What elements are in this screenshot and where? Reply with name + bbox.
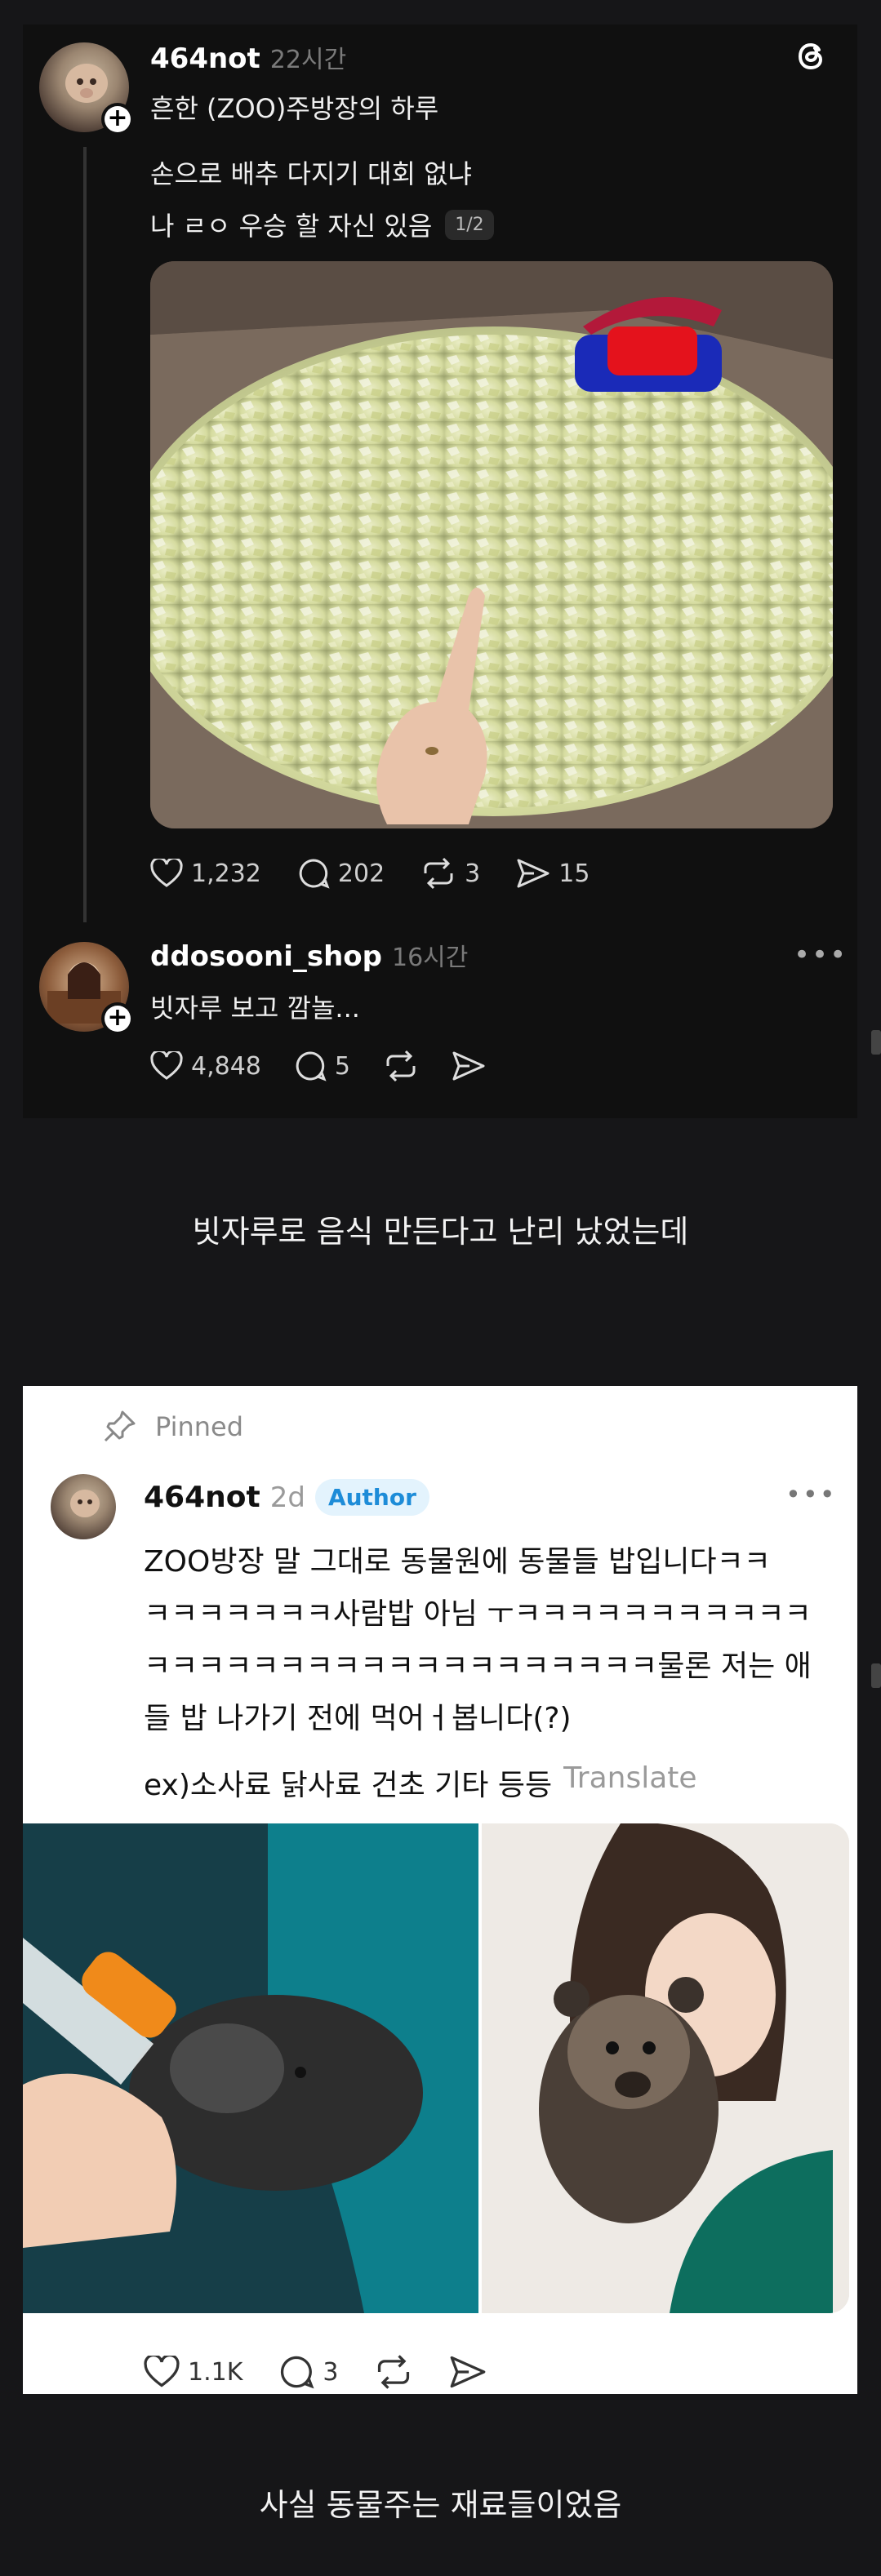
author-badge: Author — [314, 1479, 429, 1516]
pinned-label: Pinned — [155, 1411, 244, 1442]
username[interactable]: ddosooni_shop — [150, 940, 382, 973]
like-count: 1,232 — [191, 859, 261, 888]
caption-text: 빗자루로 음식 만든다고 난리 났었는데 — [192, 1214, 689, 1250]
more-options-icon[interactable]: ••• — [785, 1479, 837, 1510]
reply-text: 빗자루 보고 깜놀... — [150, 993, 360, 1024]
username[interactable]: 464not — [144, 1481, 260, 1514]
post-time: 2d — [269, 1481, 305, 1514]
share-count: 15 — [558, 859, 590, 888]
post-header: 464not 2d Author — [144, 1479, 429, 1516]
avatar[interactable] — [51, 1474, 116, 1539]
post-text-line-2: 나 ㄹㅇ 우승 할 자신 있음 1/2 — [150, 206, 494, 243]
post-photo[interactable] — [23, 1823, 478, 2313]
threads-logo-icon[interactable] — [792, 36, 833, 77]
post-text: ZOO방장 말 그대로 동물원에 동물들 밥입니다ㅋㅋ ㅋㅋㅋㅋㅋㅋㅋ사람밥 아… — [144, 1538, 838, 1747]
post-text-line: ㅋㅋㅋㅋㅋㅋㅋㅋㅋㅋㅋㅋㅋㅋㅋㅋㅋㅋㅋ물론 저는 애 — [144, 1650, 812, 1683]
post-actions: 1.1K 3 — [144, 2354, 487, 2390]
repost-count: 3 — [465, 859, 481, 888]
comment-count: 202 — [337, 859, 385, 888]
heart-icon — [150, 1051, 183, 1080]
username[interactable]: 464not — [150, 42, 260, 75]
post-photo[interactable] — [482, 1823, 849, 2313]
post-text-line: 손으로 배추 다지기 대회 없냐 — [150, 158, 472, 189]
pin-icon — [104, 1410, 136, 1442]
post-caption: 흔한 (ZOO)주방장의 하루 — [150, 93, 439, 124]
post-text-line: 나 ㄹㅇ 우승 할 자신 있음 — [150, 211, 433, 242]
reply-actions: 4,848 5 — [150, 1050, 486, 1082]
comment-icon — [296, 1051, 327, 1081]
like-count: 4,848 — [191, 1051, 261, 1081]
comment-icon — [281, 2356, 314, 2389]
send-icon — [452, 1051, 485, 1081]
repost-button[interactable] — [383, 1050, 419, 1082]
translate-link[interactable]: Translate — [563, 1761, 696, 1804]
page-indicator-badge: 1/2 — [445, 209, 494, 240]
repost-button[interactable]: 3 — [420, 857, 480, 890]
more-options-icon[interactable]: ••• — [794, 939, 848, 971]
comment-button[interactable]: 202 — [297, 857, 385, 890]
post-text-line: ZOO방장 말 그대로 동물원에 동물들 밥입니다ㅋㅋ — [144, 1545, 771, 1579]
repost-button[interactable] — [374, 2354, 413, 2390]
comment-icon — [299, 859, 330, 889]
post-text-line: ㅋㅋㅋㅋㅋㅋㅋ사람밥 아님 ㅜㅋㅋㅋㅋㅋㅋㅋㅋㅋㅋㅋ — [144, 1597, 812, 1631]
repost-icon — [378, 2355, 410, 2389]
like-button[interactable]: 1.1K — [144, 2356, 242, 2388]
comment-button[interactable]: 5 — [294, 1050, 350, 1082]
caption-text: 사실 동물주는 재료들이었음 — [259, 2487, 622, 2523]
comment-count: 3 — [323, 2357, 339, 2387]
scrollbar-thumb[interactable] — [871, 1030, 881, 1055]
heart-icon — [144, 2356, 180, 2387]
like-button[interactable]: 4,848 — [150, 1051, 261, 1081]
follow-plus-button[interactable]: + — [101, 1002, 134, 1035]
comment-button[interactable]: 3 — [278, 2354, 338, 2390]
heart-icon — [150, 859, 183, 887]
pinned-row: Pinned — [101, 1409, 243, 1445]
scrollbar-thumb[interactable] — [871, 1663, 881, 1688]
post-time: 22시간 — [269, 46, 347, 74]
post-text-line: ex)소사료 닭사료 건초 기타 등등 — [144, 1769, 553, 1802]
like-count: 1.1K — [188, 2357, 243, 2387]
post-actions: 1,232 202 3 15 — [150, 857, 590, 890]
share-button[interactable]: 15 — [516, 857, 590, 890]
thread-connector-line — [83, 147, 87, 922]
post-photo[interactable] — [150, 261, 833, 828]
repost-icon — [386, 1050, 416, 1082]
share-button[interactable] — [449, 2354, 487, 2390]
send-icon — [451, 2356, 486, 2388]
post-header: 464not 22시간 — [150, 39, 346, 75]
follow-plus-button[interactable]: + — [101, 103, 134, 135]
post-text-line: 들 밥 나가기 전에 먹어ㅓ봅니다(?) — [144, 1702, 572, 1735]
share-button[interactable] — [452, 1050, 486, 1082]
reply-time: 16시간 — [392, 944, 469, 972]
send-icon — [517, 859, 550, 888]
like-button[interactable]: 1,232 — [150, 859, 261, 888]
comment-count: 5 — [334, 1051, 350, 1081]
ex-line: ex)소사료 닭사료 건초 기타 등등 Translate — [144, 1761, 697, 1804]
repost-icon — [424, 857, 453, 890]
reply-header: ddosooni_shop 16시간 — [150, 937, 468, 973]
